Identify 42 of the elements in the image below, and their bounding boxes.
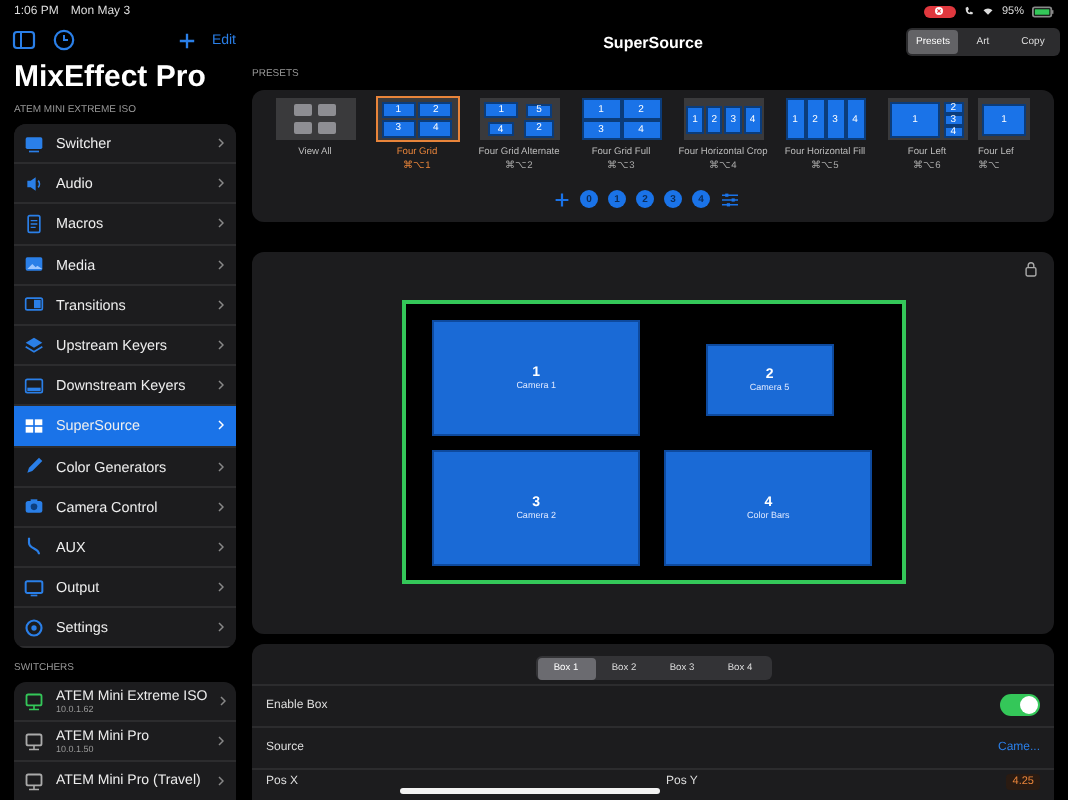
document-icon bbox=[24, 213, 44, 234]
lock-icon[interactable] bbox=[1024, 259, 1038, 278]
battery-icon bbox=[1032, 5, 1054, 18]
image-icon bbox=[24, 254, 44, 275]
chevron-icon bbox=[218, 380, 224, 391]
speaker-icon bbox=[24, 173, 44, 194]
toggle-switch[interactable] bbox=[1000, 694, 1040, 717]
chevron-icon bbox=[218, 501, 224, 512]
chevron-icon bbox=[218, 178, 224, 189]
sidebar-toggle-icon[interactable] bbox=[12, 28, 36, 52]
clock-icon[interactable] bbox=[52, 28, 76, 52]
plus-icon[interactable] bbox=[554, 191, 570, 208]
chevron-icon bbox=[219, 696, 226, 707]
chevron-icon bbox=[218, 736, 224, 747]
plus-icon[interactable] bbox=[177, 31, 196, 49]
screen-title: SuperSource bbox=[603, 33, 703, 52]
app-title: MixEffect Pro bbox=[14, 58, 208, 98]
chevron-icon bbox=[218, 138, 224, 149]
layers-icon bbox=[24, 335, 44, 356]
monitor-icon bbox=[24, 133, 44, 154]
wifi-icon bbox=[981, 6, 994, 17]
sliders-icon[interactable] bbox=[720, 191, 740, 208]
chevron-icon bbox=[218, 340, 224, 351]
pen-icon bbox=[24, 456, 44, 477]
chevron-icon bbox=[218, 420, 224, 431]
chevron-icon bbox=[218, 259, 224, 270]
chevron-icon bbox=[218, 776, 224, 787]
gear-icon bbox=[24, 617, 44, 638]
phone-icon bbox=[963, 6, 974, 17]
chevron-icon bbox=[218, 299, 224, 310]
grid-icon bbox=[275, 98, 355, 141]
chevron-icon bbox=[218, 582, 224, 593]
chevron-icon bbox=[218, 218, 224, 229]
chevron-icon bbox=[218, 622, 224, 633]
cable-icon bbox=[24, 536, 44, 557]
transition-icon bbox=[24, 294, 44, 315]
camera-icon bbox=[24, 496, 44, 517]
grid-icon bbox=[24, 415, 44, 436]
chevron-icon bbox=[218, 461, 224, 472]
screen-icon bbox=[24, 375, 44, 396]
monitor-icon bbox=[24, 577, 44, 598]
chevron-icon bbox=[218, 541, 224, 552]
